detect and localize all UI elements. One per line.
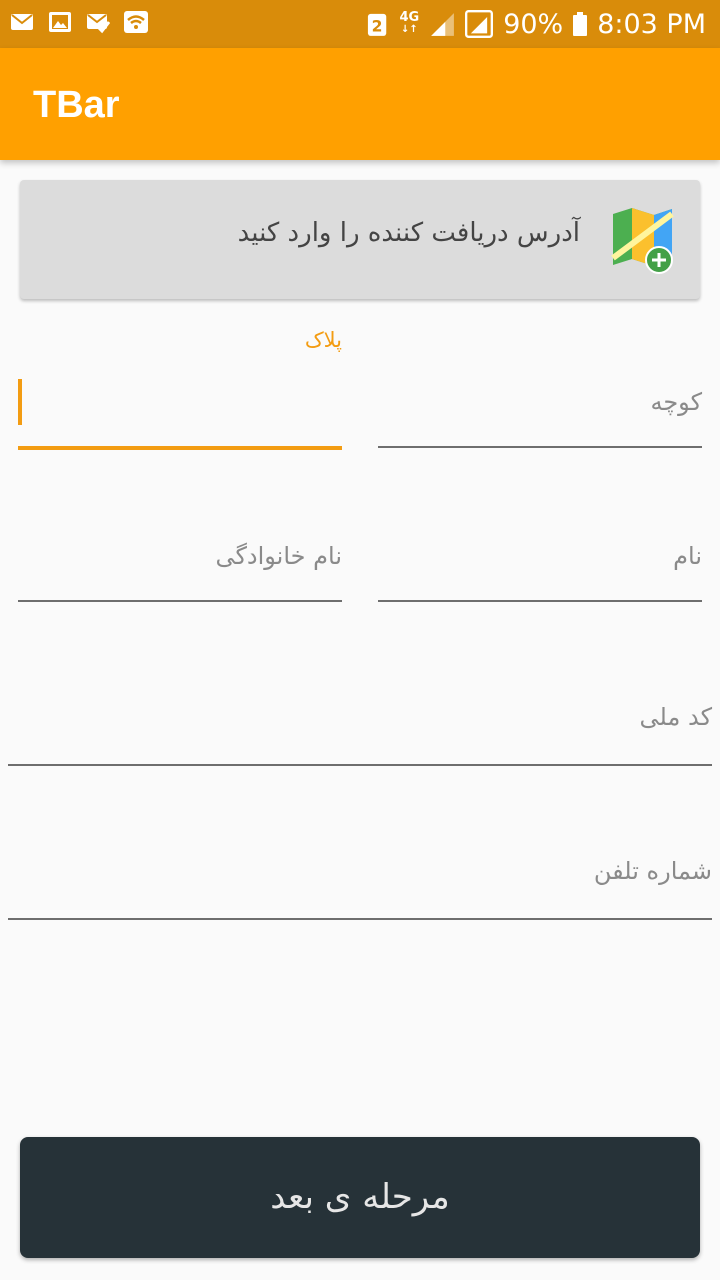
phone-placeholder: شماره تلفن [593, 857, 712, 885]
plate-label: پلاک [304, 328, 342, 352]
status-bar: 2 4G ↓↑ 90% 8:03 PM [0, 0, 720, 48]
last-name-field[interactable]: نام خانوادگی [18, 524, 342, 602]
alley-placeholder: کوچه [650, 388, 702, 416]
next-step-label: مرحله ی بعد [270, 1177, 450, 1217]
sim-badge-icon: 2 [368, 13, 387, 36]
national-code-field[interactable]: کد ملی [8, 688, 712, 766]
battery-percent: 90% [503, 8, 564, 40]
image-icon [49, 12, 71, 32]
alley-underline [378, 446, 702, 448]
last-name-placeholder: نام خانوادگی [215, 542, 343, 570]
plate-field[interactable]: پلاک [18, 328, 342, 450]
alley-field[interactable]: کوچه [378, 370, 702, 448]
first-name-field[interactable]: نام [378, 524, 702, 602]
first-name-placeholder: نام [673, 542, 702, 570]
plate-underline [18, 446, 342, 450]
mail-icon [11, 14, 33, 30]
enter-address-button[interactable]: آدرس دریافت کننده را وارد کنید [20, 180, 700, 299]
phone-underline [8, 918, 712, 920]
data-arrows-icon: ↓↑ [400, 24, 418, 35]
first-name-underline [378, 600, 702, 602]
national-code-placeholder: کد ملی [639, 703, 712, 731]
signal-icon [431, 13, 455, 36]
map-add-icon [611, 208, 674, 274]
phone-field[interactable]: شماره تلفن [8, 842, 712, 920]
network-type: 4G ↓↑ [399, 10, 420, 36]
network-label: 4G [399, 10, 420, 25]
app-bar: TBar [0, 48, 720, 160]
mail-check-icon [87, 14, 110, 34]
next-step-button[interactable]: مرحله ی بعد [20, 1137, 700, 1258]
address-prompt: آدرس دریافت کننده را وارد کنید [237, 218, 580, 248]
battery-icon [573, 12, 588, 36]
notification-icons [10, 10, 148, 34]
last-name-underline [18, 600, 342, 602]
app-title: TBar [33, 84, 120, 126]
signal-box-icon [465, 10, 494, 38]
national-code-underline [8, 764, 712, 766]
clock: 8:03 PM [597, 8, 706, 40]
sim-badge-number: 2 [372, 17, 383, 35]
wifi-icon [124, 11, 148, 33]
system-status: 2 4G ↓↑ 90% 8:03 PM [367, 0, 706, 48]
text-cursor [18, 379, 22, 425]
